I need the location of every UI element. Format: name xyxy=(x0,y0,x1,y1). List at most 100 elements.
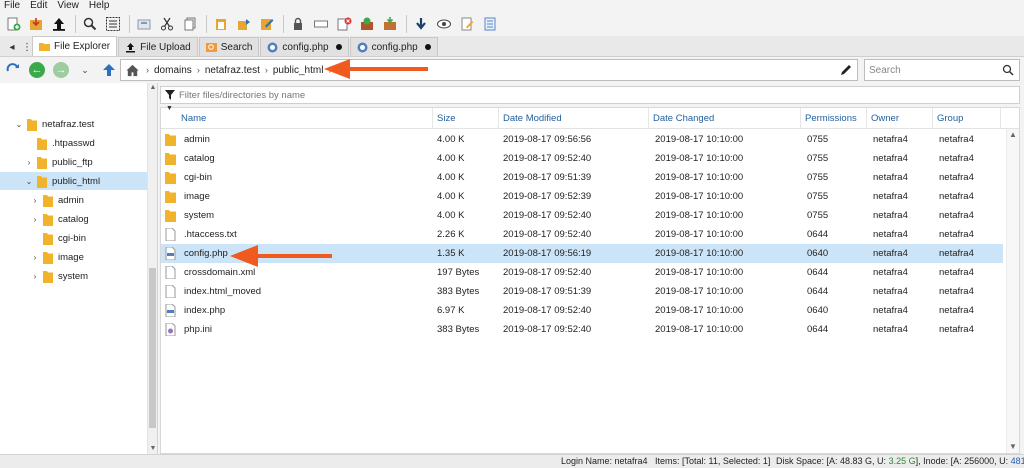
new-file-icon[interactable] xyxy=(4,15,22,33)
search-icon[interactable] xyxy=(81,15,99,33)
view-icon[interactable] xyxy=(435,15,453,33)
table-row[interactable]: admin 4.00 K 2019-08-17 09:56:56 2019-08-17… xyxy=(161,130,1003,149)
tree-item-netafraz-test[interactable]: ⌄ netafraz.test xyxy=(14,115,146,133)
upload-icon[interactable] xyxy=(50,15,68,33)
unsaved-dot-icon[interactable] xyxy=(424,44,431,50)
menu-file[interactable]: File xyxy=(4,0,20,12)
scroll-down-icon[interactable]: ▼ xyxy=(1007,441,1019,453)
tab-config-php-1[interactable]: config.php xyxy=(260,37,349,56)
refresh-button[interactable] xyxy=(2,59,24,81)
table-row[interactable]: php.ini 383 Bytes 2019-08-17 09:52:40 2019-… xyxy=(161,320,1003,339)
rename-field-icon[interactable] xyxy=(312,15,330,33)
search-input[interactable]: Search xyxy=(864,59,1020,81)
back-button[interactable]: ← xyxy=(26,59,48,81)
unsaved-dot-icon[interactable] xyxy=(335,44,342,50)
tree-item-htpasswd[interactable]: .htpasswd xyxy=(24,134,146,152)
table-scrollbar[interactable]: ▲ ▼ xyxy=(1006,129,1019,453)
forward-button[interactable]: → xyxy=(50,59,72,81)
cell-modified: 2019-08-17 09:52:39 xyxy=(503,191,592,202)
cell-modified: 2019-08-17 09:52:40 xyxy=(503,229,592,240)
collapse-chevron-icon[interactable]: ⌄ xyxy=(14,120,24,129)
paste-icon[interactable] xyxy=(212,15,230,33)
folder-icon xyxy=(37,175,47,188)
table-row[interactable]: index.html_moved 383 Bytes 2019-08-17 09:5… xyxy=(161,282,1003,301)
cell-size: 6.97 K xyxy=(437,305,465,316)
sidebar-scrollbar[interactable]: ▲ ▼ xyxy=(147,83,157,454)
expand-chevron-icon[interactable]: › xyxy=(30,196,40,205)
properties-icon[interactable] xyxy=(481,15,499,33)
cut-icon[interactable] xyxy=(158,15,176,33)
table-row[interactable]: system 4.00 K 2019-08-17 09:52:40 2019-08-1… xyxy=(161,206,1003,225)
column-header-owner[interactable]: Owner xyxy=(867,108,933,129)
status-bar: Login Name: netafra4 Items: [Total: 11, … xyxy=(0,454,1024,468)
column-header-permissions[interactable]: Permissions xyxy=(801,108,867,129)
tree-item-admin[interactable]: › admin xyxy=(30,191,146,209)
table-header: ▼ Name Size Date Modified Date Changed P… xyxy=(161,105,1019,129)
permissions-icon[interactable] xyxy=(289,15,307,33)
scroll-up-icon[interactable]: ▲ xyxy=(148,83,158,93)
tree-item-image[interactable]: › image xyxy=(30,248,146,266)
history-dropdown-button[interactable]: ⌄ xyxy=(74,59,96,81)
search-icon[interactable] xyxy=(1002,64,1014,76)
menu-help[interactable]: Help xyxy=(89,0,110,12)
scrollbar-thumb[interactable] xyxy=(149,268,156,428)
tab-file-upload[interactable]: File Upload xyxy=(118,37,198,56)
file-icon xyxy=(165,265,176,280)
tab-scroll-left-icon[interactable]: ◂ xyxy=(2,38,22,56)
scroll-down-icon[interactable]: ▼ xyxy=(148,444,158,454)
tab-search[interactable]: Search xyxy=(198,37,260,56)
archive-icon[interactable] xyxy=(135,15,153,33)
table-row[interactable]: cgi-bin 4.00 K 2019-08-17 09:51:39 2019-08-… xyxy=(161,168,1003,187)
home-icon[interactable] xyxy=(121,60,143,80)
tree-item-cgi-bin[interactable]: cgi-bin xyxy=(30,229,146,247)
cell-size: 1.35 K xyxy=(437,248,465,259)
download-arrow-icon[interactable] xyxy=(412,15,430,33)
upload-icon xyxy=(125,42,136,53)
menu-view[interactable]: View xyxy=(57,0,79,12)
breadcrumb-netafraz-test[interactable]: netafraz.test xyxy=(203,65,262,76)
breadcrumb-public-html[interactable]: public_html xyxy=(271,65,326,76)
table-row[interactable]: catalog 4.00 K 2019-08-17 09:52:40 2019-08-… xyxy=(161,149,1003,168)
move-icon[interactable] xyxy=(235,15,253,33)
select-all-icon[interactable] xyxy=(104,15,122,33)
edit-icon[interactable] xyxy=(458,15,476,33)
column-header-date-changed[interactable]: Date Changed xyxy=(649,108,801,129)
copy-icon[interactable] xyxy=(181,15,199,33)
rename-icon[interactable] xyxy=(258,15,276,33)
php-file-icon xyxy=(357,42,368,53)
table-row[interactable]: .htaccess.txt 2.26 K 2019-08-17 09:52:40 20… xyxy=(161,225,1003,244)
column-header-size[interactable]: Size xyxy=(433,108,499,129)
column-header-name[interactable]: Name xyxy=(177,108,433,129)
compress-icon[interactable] xyxy=(381,15,399,33)
table-row[interactable]: index.php 6.97 K 2019-08-17 09:52:40 2019-0… xyxy=(161,301,1003,320)
expand-chevron-icon[interactable]: › xyxy=(30,253,40,262)
breadcrumb-domains[interactable]: domains xyxy=(152,65,194,76)
download-icon[interactable] xyxy=(27,15,45,33)
tree-item-public-html[interactable]: ⌄ public_html xyxy=(0,172,147,190)
tab-config-php-2[interactable]: config.php xyxy=(349,37,438,56)
expand-chevron-icon[interactable]: › xyxy=(30,272,40,281)
up-folder-button[interactable] xyxy=(98,59,120,81)
menu-edit[interactable]: Edit xyxy=(30,0,47,12)
tree-item-catalog[interactable]: › catalog xyxy=(30,210,146,228)
extract-icon[interactable] xyxy=(358,15,376,33)
edit-path-icon[interactable] xyxy=(839,63,853,77)
tree-item-public-ftp[interactable]: › public_ftp xyxy=(24,153,146,171)
status-disk: Disk Space: [A: 48.83 G, U: 3.25 G], Ino… xyxy=(776,455,1024,468)
address-bar[interactable]: › domains › netafraz.test › public_html … xyxy=(120,59,858,81)
filter-input[interactable]: Filter files/directories by name xyxy=(160,86,1020,104)
cell-changed: 2019-08-17 10:10:00 xyxy=(655,134,744,145)
column-header-date-modified[interactable]: Date Modified xyxy=(499,108,649,129)
delete-icon[interactable] xyxy=(335,15,353,33)
expand-chevron-icon[interactable]: › xyxy=(30,215,40,224)
tree-item-system[interactable]: › system xyxy=(30,267,146,285)
cell-name: index.php xyxy=(184,305,226,316)
table-row[interactable]: image 4.00 K 2019-08-17 09:52:39 2019-08-17… xyxy=(161,187,1003,206)
collapse-chevron-icon[interactable]: ⌄ xyxy=(24,177,34,186)
file-icon xyxy=(165,284,176,299)
tab-file-explorer[interactable]: File Explorer xyxy=(32,36,118,56)
column-header-group[interactable]: Group xyxy=(933,108,1001,129)
scroll-up-icon[interactable]: ▲ xyxy=(1007,129,1019,141)
tab-menu-icon[interactable]: ⋮ xyxy=(22,38,32,56)
expand-chevron-icon[interactable]: › xyxy=(24,158,34,167)
